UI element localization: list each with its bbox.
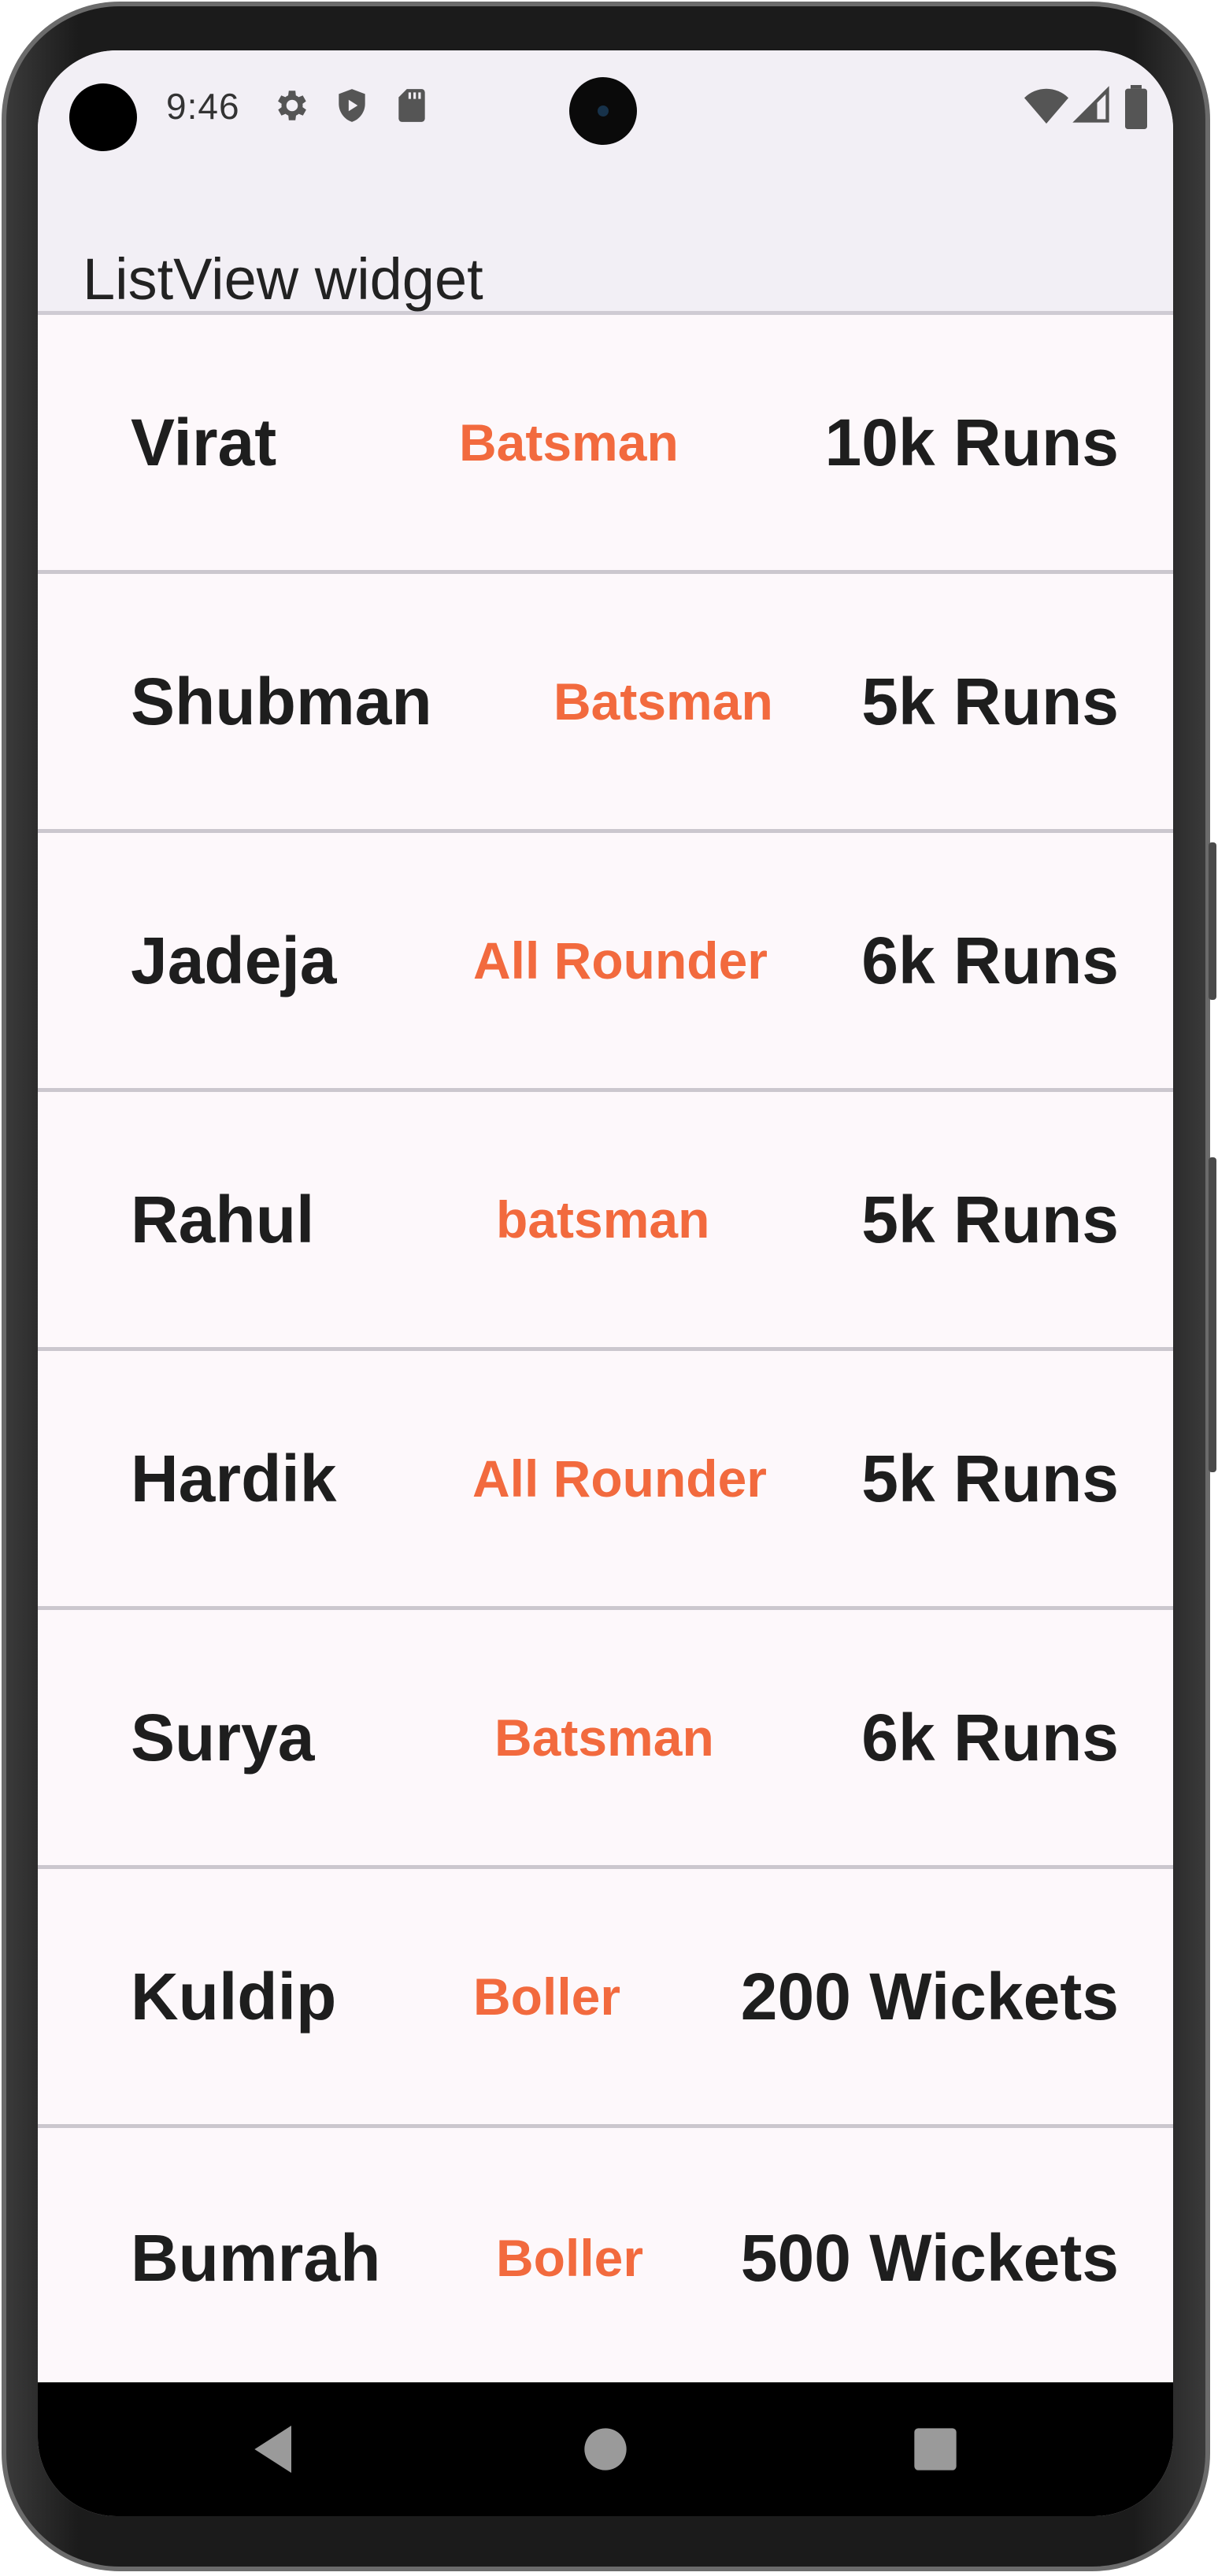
player-name: Hardik (131, 1442, 337, 1516)
power-button (1209, 1157, 1216, 1472)
player-role: batsman (496, 1190, 710, 1249)
player-role: Boller (473, 1967, 621, 2026)
player-name: Shubman (131, 664, 432, 738)
player-name: Kuldip (131, 1960, 337, 2034)
list-item[interactable]: Virat Batsman 10k Runs (38, 315, 1173, 574)
player-name: Bumrah (131, 2220, 381, 2295)
center-camera-icon (569, 77, 637, 145)
list-item[interactable]: Rahul batsman 5k Runs (38, 1092, 1173, 1351)
player-name: Jadeja (131, 923, 337, 997)
list-item[interactable]: Shubman Batsman 5k Runs (38, 574, 1173, 833)
player-role: Batsman (494, 1708, 714, 1767)
player-role: Batsman (459, 413, 679, 472)
list-item[interactable]: Hardik All Rounder 5k Runs (38, 1351, 1173, 1610)
player-role: All Rounder (472, 1449, 767, 1508)
front-camera-dot (69, 83, 137, 151)
player-list[interactable]: Virat Batsman 10k Runs Shubman Batsman 5… (38, 315, 1173, 2387)
status-bar: 9:46 (38, 50, 1173, 162)
shield-icon (339, 89, 365, 122)
volume-button (1209, 842, 1216, 1000)
player-stat: 10k Runs (824, 405, 1120, 479)
player-stat: 5k Runs (861, 1183, 1119, 1257)
player-name: Rahul (131, 1183, 315, 1257)
home-icon[interactable] (574, 2418, 637, 2481)
player-stat: 5k Runs (861, 1442, 1119, 1516)
player-stat: 6k Runs (861, 923, 1119, 997)
list-item[interactable]: Surya Batsman 6k Runs (38, 1610, 1173, 1869)
player-stat: 200 Wickets (740, 1960, 1119, 2034)
list-item[interactable]: Jadeja All Rounder 6k Runs (38, 833, 1173, 1092)
player-stat: 5k Runs (861, 664, 1119, 738)
wifi-icon (1024, 88, 1068, 124)
player-name: Virat (131, 405, 277, 479)
battery-icon (1125, 85, 1147, 129)
recents-icon[interactable] (904, 2418, 967, 2481)
back-icon[interactable] (244, 2418, 307, 2481)
player-role: Boller (496, 2228, 644, 2287)
signal-icon (1072, 86, 1109, 123)
navigation-bar (38, 2382, 1173, 2516)
list-item[interactable]: Bumrah Boller 500 Wickets (38, 2128, 1173, 2387)
player-stat: 500 Wickets (740, 2220, 1119, 2295)
player-name: Surya (131, 1701, 315, 1775)
status-time: 9:46 (166, 86, 240, 127)
sd-card-icon (398, 89, 425, 122)
list-item[interactable]: Kuldip Boller 200 Wickets (38, 1869, 1173, 2128)
app-bar: ListView widget (38, 162, 1173, 315)
player-stat: 6k Runs (861, 1701, 1119, 1775)
player-role: Batsman (553, 672, 773, 731)
page-title: ListView widget (83, 246, 483, 312)
gear-icon (278, 91, 306, 120)
player-role: All Rounder (473, 931, 768, 990)
phone-screen: 9:46 ListView widget Virat Batsman 10k R… (38, 50, 1173, 2516)
